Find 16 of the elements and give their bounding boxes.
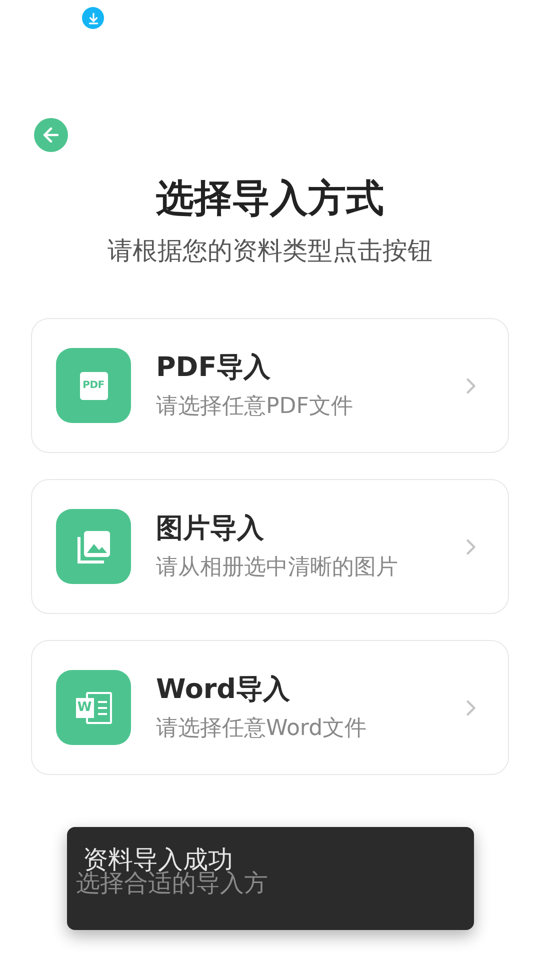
option-description: 请从相册选中清晰的图片 [156,554,399,582]
pdf-icon: PDF [56,348,131,423]
option-description: 请选择任意Word文件 [156,714,368,742]
import-option-card[interactable]: W Word导入 请选择任意Word文件 [31,640,509,775]
back-button[interactable] [34,118,68,152]
option-title: Word导入 [156,672,292,706]
import-option-card[interactable]: PDF PDF导入 请选择任意PDF文件 [31,318,509,453]
image-icon [56,509,131,584]
import-option-card[interactable]: 图片导入 请从相册选中清晰的图片 [31,479,509,614]
page-subtitle: 请根据您的资料类型点击按钮 [106,235,434,267]
page-title: 选择导入方式 [155,175,385,222]
option-title: 图片导入 [156,512,265,546]
download-arrow-icon [86,12,100,24]
option-description: 请选择任意PDF文件 [156,392,354,420]
option-title: PDF导入 [156,350,272,384]
word-icon: W [56,670,131,745]
